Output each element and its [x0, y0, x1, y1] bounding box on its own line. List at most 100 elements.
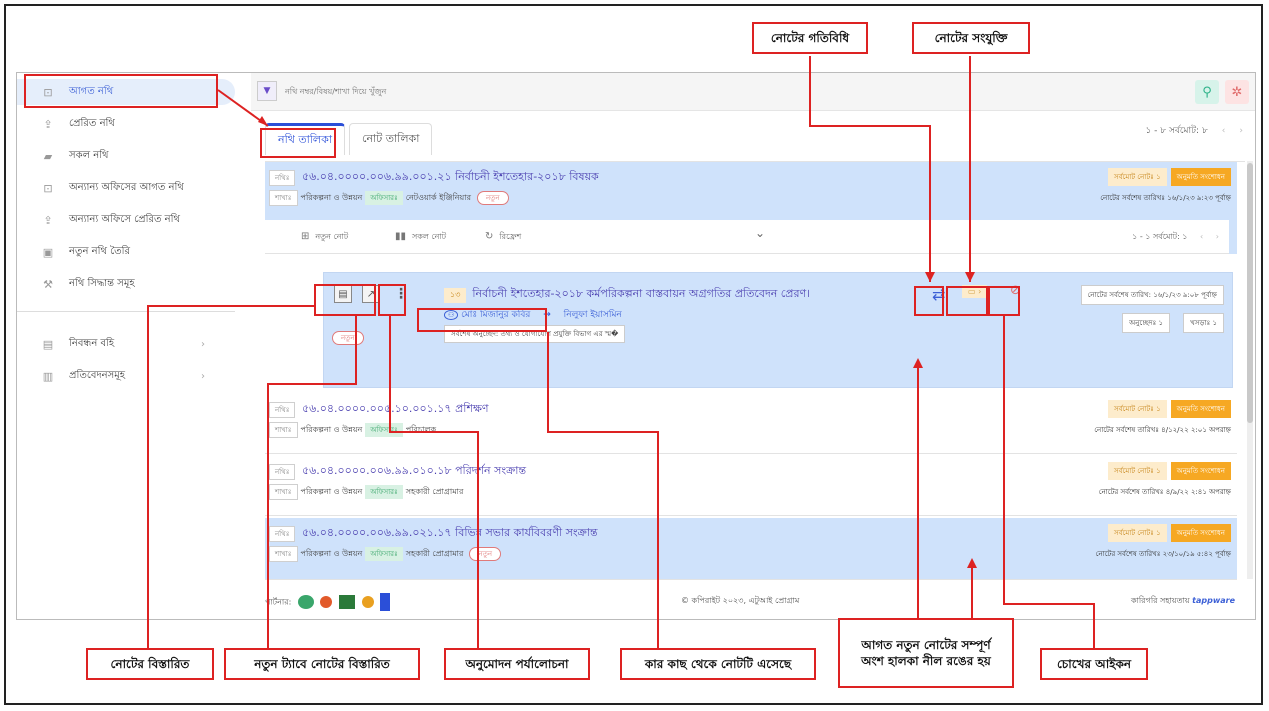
sidebar-item-new-file[interactable]: ▣ নতুন নথি তৈরি [17, 239, 235, 265]
annotation-movement: নোটের গতিবিধি [752, 22, 868, 54]
sidebar-item-other-sent[interactable]: ⇪ অন্যান্য অফিসে প্রেরিত নথি [17, 207, 235, 233]
new-badge: নতুন [469, 547, 502, 561]
note-number: ১৩ [444, 288, 467, 303]
sidebar-item-decisions[interactable]: ⚒ নথি সিদ্ধান্ত সমূহ [17, 271, 235, 297]
annotation-highlight-line2: অংশ হালকা নীল রঙের হয় [861, 654, 991, 668]
nothi-app-window: ⊡ আগত নথি ⇪ প্রেরিত নথি ▰ সকল নথি ⊡ অন্যান্য… [16, 72, 1256, 620]
gavel-icon: ⚒ [43, 277, 53, 291]
new-note-button[interactable]: ⊞ নতুন নোট [301, 231, 348, 244]
annotation-attachment: নোটের সংযুক্তি [912, 22, 1030, 54]
annotation-new-tab: নতুন ট্যাবে নোটের বিস্তারিত [224, 648, 420, 680]
upload-icon: ⇪ [43, 117, 53, 131]
tappware-logo: tappware [1192, 596, 1235, 605]
folder-icon: ▰ [43, 149, 53, 163]
file-title[interactable]: নির্বাচনী ইশতেহার-২০১৮ বিষয়ক [455, 170, 599, 183]
collapse-chevron-icon[interactable]: ⌄ [755, 226, 765, 240]
officer-label: অফিসারঃ [365, 191, 403, 205]
annotation-eye-icon: চোখের আইকন [1040, 648, 1148, 680]
file-number: ৫৬.০৪.০০০০.০০৬.৯৯.০২১.১৭ [301, 526, 452, 539]
approve-button[interactable]: অনুমতি সংশোধন [1170, 462, 1231, 480]
highlight-attachment [946, 286, 988, 316]
branch-label: শাখাঃ [269, 546, 298, 562]
sidebar-item-reports[interactable]: ▥ প্রতিবেদনসমূহ › [17, 363, 235, 389]
branch-label: শাখাঃ [269, 484, 298, 500]
sidebar-item-register[interactable]: ▤ নিবন্ধন বহি › [17, 331, 235, 357]
annotation-highlight-line1: আগত নতুন নোটের সম্পূর্ণ [861, 637, 991, 652]
approve-button[interactable]: অনুমতি সংশোধন [1170, 524, 1231, 542]
sidebar-item-all[interactable]: ▰ সকল নথি [17, 143, 235, 169]
filter-dropdown-button[interactable]: ▼ [257, 81, 277, 101]
bcc-logo [380, 593, 391, 611]
approve-button[interactable]: অনুমতি সংশোধন [1170, 400, 1231, 418]
list-item[interactable]: নথিঃ ৫৬.০৪.০০০০.০০৬.৯৯.০১০.১৮ পরিদর্শন স… [265, 456, 1237, 516]
search-input[interactable] [285, 81, 585, 101]
note-title[interactable]: নির্বাচনী ইশতেহার-২০১৮ কর্মপরিকল্পনা বাস… [472, 287, 810, 300]
file-title[interactable]: পরিদর্শন সংক্রান্ত [455, 464, 526, 477]
govt-logo [320, 596, 333, 608]
file-number: ৫৬.০৪.০০০০.০০৬.৯৯.০১০.১৮ [301, 464, 452, 477]
report-icon: ▥ [42, 369, 54, 383]
highlight-movement [914, 286, 944, 316]
last-note-date: নোটের সর্বশেষ তারিখঃ ১৬/১/২৩ ৯:২৩ পূর্বা… [1100, 194, 1231, 202]
copyright-text: © কপিরাইট ২০২৩, এটুআই প্রোগ্রাম [681, 596, 800, 605]
scrollbar[interactable] [1247, 161, 1253, 579]
officer-value: পরিচালক [405, 425, 437, 434]
annotation-approval-review: অনুমোদন পর্যালোচনা [444, 648, 590, 680]
chevron-right-icon[interactable]: › [1239, 126, 1243, 136]
total-note-badge: সর্বমোট নোটঃ ১ [1108, 400, 1167, 418]
footer: পার্টনার: © কপিরাইট ২০২৩, এটুআই প্রোগ্রা… [251, 583, 1245, 619]
branch-value: পরিকল্পনা ও উন্নয়ন [300, 425, 363, 434]
sidebar-item-label: প্রেরিত নথি [69, 117, 115, 129]
refresh-label: রিফ্রেশ [499, 232, 522, 241]
file-title[interactable]: প্রশিক্ষণ [455, 402, 488, 415]
officer-value: নেটওয়ার্ক ইঞ্জিনিয়ার [405, 193, 471, 202]
refresh-button[interactable]: ↻ রিফ্রেশ [485, 231, 521, 244]
reset-button[interactable]: ✲ [1225, 80, 1249, 104]
branch-value: পরিকল্পনা ও উন্নয়ন [300, 549, 363, 558]
sidebar-item-sent[interactable]: ⇪ প্রেরিত নথি [17, 111, 235, 137]
officer-label: অফিসারঃ [365, 423, 403, 437]
new-badge: নতুন [332, 331, 364, 345]
documents-icon: ▮▮ [395, 231, 407, 242]
tab-note-list[interactable]: নোট তালিকা [349, 123, 433, 155]
main-content: ▼ ⚲ ✲ নথি তালিকা নোট তালিকা ১ - ৮ সর্বমো… [251, 73, 1255, 619]
all-note-label: সকল নোট [412, 232, 447, 241]
branch-label: শাখাঃ [269, 190, 298, 206]
note-pager: ১ - ১ সর্বমোট: ১ ‹ › [1132, 231, 1219, 244]
file-number: ৫৬.০৪.০০০০.০০৬.৯৯.০০১.২১ [301, 170, 452, 183]
last-note-date: নোটের সর্বশেষ তারিখঃ ২৩/১০/১৯ ৫:৪২ পূর্ব… [1095, 550, 1231, 558]
annotation-note-details: নোটের বিস্তারিত [86, 648, 214, 680]
search-button[interactable]: ⚲ [1195, 80, 1219, 104]
chevron-right-icon[interactable]: › [1216, 232, 1219, 241]
list-item[interactable]: নথিঃ ৫৬.০৪.০০০০.০০৫.১০.০০১.১৭ প্রশিক্ষণ … [265, 394, 1237, 454]
sidebar-item-other-incoming[interactable]: ⊡ অন্যান্য অফিসের আগত নথি [17, 175, 235, 201]
file-list: নথিঃ ৫৬.০৪.০০০০.০০৬.৯৯.০০১.২১ নির্বাচনী … [265, 161, 1245, 580]
total-note-badge: সর্বমোট নোটঃ ১ [1108, 524, 1167, 542]
paragraph-count: অনুচ্ছেদঃ ১ [1122, 313, 1170, 333]
annotation-highlight: আগত নতুন নোটের সম্পূর্ণ অংশ হালকা নীল রঙে… [838, 618, 1014, 688]
search-bar: ▼ ⚲ ✲ [251, 73, 1255, 111]
file-label: নথিঃ [269, 170, 296, 186]
sidebar-item-label: সকল নথি [69, 149, 109, 161]
pager-text: ১ - ৮ সর্বমোট: ৮ [1145, 126, 1208, 136]
note-toolbar: ⊞ নতুন নোট ▮▮ সকল নোট ↻ রিফ্রেশ ⌄ ১ - ১ সর্… [265, 220, 1229, 254]
last-note-date: নোটের সর্বশেষ তারিখঃ ৪/৯/২২ ২:৪১ অপরাহ্ন [1098, 488, 1231, 496]
highlight-note-icons [314, 284, 376, 316]
reset-icon: ✲ [1231, 84, 1243, 100]
highlight-incoming [24, 74, 218, 108]
file-number: ৫৬.০৪.০০০০.০০৫.১০.০০১.১৭ [301, 402, 452, 415]
file-title[interactable]: বিভিন্ন সভার কার্যবিবরণী সংক্রান্ত [455, 526, 598, 539]
approve-button[interactable]: অনুমতি সংশোধন [1170, 168, 1231, 186]
chevron-left-icon[interactable]: ‹ [1222, 126, 1226, 136]
highlight-eye [988, 286, 1020, 316]
all-note-button[interactable]: ▮▮ সকল নোট [395, 231, 446, 244]
search-icon: ⚲ [1202, 84, 1212, 100]
list-item[interactable]: নথিঃ ৫৬.০৪.০০০০.০০৬.৯৯.০২১.১৭ বিভিন্ন সভ… [265, 518, 1237, 580]
annotation-sender: কার কাছ থেকে নোটটি এসেছে [620, 648, 816, 680]
highlight-file-tab [260, 128, 336, 158]
total-note-badge: সর্বমোট নোটঃ ১ [1108, 168, 1167, 186]
file-label: নথিঃ [269, 402, 296, 418]
scrollbar-thumb[interactable] [1247, 163, 1253, 423]
chevron-left-icon[interactable]: ‹ [1200, 232, 1203, 241]
sidebar-item-label: নিবন্ধন বহি [69, 337, 115, 349]
